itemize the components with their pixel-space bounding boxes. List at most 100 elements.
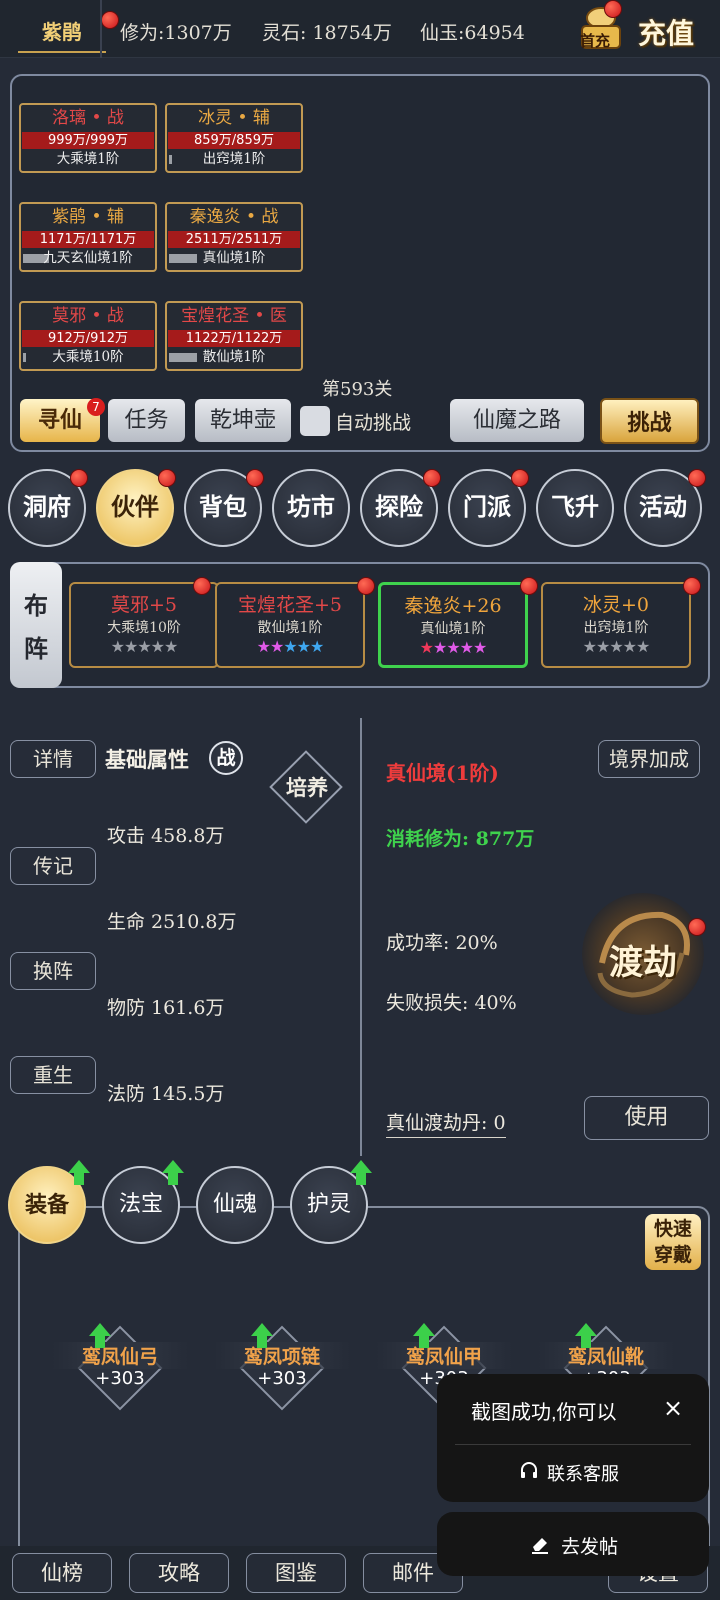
- member-name: 洛璃 • 战: [52, 108, 124, 128]
- partner-slot[interactable]: 宝煌花圣+5 散仙境1阶 ★★★★★: [215, 582, 365, 668]
- progress-bar: [169, 254, 197, 263]
- equipment-slot[interactable]: 鸾凤仙弓 +303: [52, 1318, 188, 1428]
- player-name[interactable]: 紫鹃: [18, 16, 106, 53]
- spirit-stone-value: 灵石: 18754万: [262, 22, 392, 44]
- nav-ascend[interactable]: 飞升: [536, 469, 614, 547]
- details-button[interactable]: 详情: [10, 740, 96, 778]
- nav-market[interactable]: 坊市: [272, 469, 350, 547]
- upgrade-arrow-icon: [251, 1323, 273, 1349]
- seek-badge: 7: [87, 398, 105, 416]
- cultivation-value: 修为:1307万: [120, 22, 232, 44]
- notification-dot: [246, 469, 264, 487]
- tasks-button[interactable]: 任务: [108, 399, 185, 442]
- upgrade-arrow-icon: [413, 1323, 435, 1349]
- partner-realm: 大乘境10阶: [107, 620, 181, 636]
- partner-slot[interactable]: 莫邪+5 大乘境10阶 ★★★★★: [69, 582, 219, 668]
- realm-bonus-button[interactable]: 境界加成: [598, 740, 700, 778]
- ranking-button[interactable]: 仙榜: [12, 1553, 112, 1593]
- member-name: 莫邪 • 战: [52, 306, 124, 326]
- post-label: 去发帖: [561, 1537, 619, 1558]
- physical-defense-value: 物防 161.6万: [107, 997, 225, 1019]
- biography-button[interactable]: 传记: [10, 847, 96, 885]
- contact-support-link[interactable]: 联系客服: [547, 1460, 619, 1486]
- tribulation-label: 渡劫: [609, 943, 677, 983]
- item-name: 鸾凤项链: [214, 1342, 350, 1369]
- partner-slot-selected[interactable]: 秦逸炎+26 真仙境1阶 ★★★★★: [378, 582, 528, 668]
- partner-slot[interactable]: 冰灵+0 出窍境1阶 ★★★★★: [541, 582, 691, 668]
- notification-dot: [70, 469, 88, 487]
- notification-dot: [193, 577, 211, 595]
- notification-dot: [688, 469, 706, 487]
- member-name: 紫鹃 • 辅: [52, 207, 124, 227]
- member-realm: 大乘境1阶: [56, 151, 120, 167]
- notification-dot: [683, 577, 701, 595]
- magic-defense-value: 法防 145.5万: [107, 1083, 225, 1105]
- challenge-button[interactable]: 挑战: [600, 398, 699, 444]
- formation-button[interactable]: 布 阵: [10, 562, 62, 688]
- partner-name: 秦逸炎+26: [404, 595, 502, 617]
- upgrade-arrow-icon: [68, 1160, 90, 1186]
- upgrade-arrow-icon: [575, 1323, 597, 1349]
- quick-wear-button[interactable]: 快速穿戴: [645, 1214, 701, 1270]
- formation-label-top: 布: [24, 591, 48, 620]
- eraser-icon: [529, 1533, 551, 1555]
- guide-button[interactable]: 攻略: [129, 1553, 229, 1593]
- member-realm: 九天玄仙境1阶: [43, 250, 133, 266]
- team-card[interactable]: 秦逸炎 • 战 2511万/2511万 真仙境1阶: [165, 202, 303, 272]
- member-hp: 999万/999万: [22, 132, 154, 149]
- member-name: 冰灵 • 辅: [198, 108, 270, 128]
- divider: [455, 1444, 691, 1445]
- item-name: 鸾凤仙甲: [376, 1342, 512, 1369]
- equipment-slot[interactable]: 鸾凤项链 +303: [214, 1318, 350, 1428]
- post-button[interactable]: 去发帖: [437, 1512, 709, 1576]
- member-realm: 真仙境1阶: [202, 250, 266, 266]
- demon-road-button[interactable]: 仙魔之路: [450, 399, 584, 442]
- star-rating: ★★★★★: [256, 637, 325, 656]
- member-name: 秦逸炎 • 战: [189, 207, 279, 227]
- tab-soul[interactable]: 仙魂: [196, 1166, 274, 1244]
- recharge-button[interactable]: 充值: [638, 12, 694, 52]
- attack-value: 攻击 458.8万: [107, 825, 225, 847]
- pot-button[interactable]: 乾坤壶: [195, 399, 291, 442]
- base-attributes-title: 基础属性: [105, 747, 189, 772]
- member-hp: 1122万/1122万: [168, 330, 300, 347]
- star-rating: ★★★★★: [110, 637, 179, 656]
- notification-dot: [158, 469, 176, 487]
- close-icon[interactable]: ×: [663, 1394, 683, 1422]
- formation-label-bottom: 阵: [24, 634, 48, 663]
- codex-button[interactable]: 图鉴: [246, 1553, 346, 1593]
- use-button[interactable]: 使用: [584, 1096, 709, 1140]
- progress-bar: [169, 353, 197, 362]
- jade-value: 仙玉:64954: [420, 22, 525, 44]
- notification-dot: [357, 577, 375, 595]
- first-recharge-label: 首充: [580, 32, 611, 50]
- tribulation-pill[interactable]: 真仙渡劫丹: 0: [386, 1108, 506, 1138]
- member-hp: 912万/912万: [22, 330, 154, 347]
- team-card[interactable]: 莫邪 • 战 912万/912万 大乘境10阶: [19, 301, 157, 371]
- partner-name: 宝煌花圣+5: [237, 594, 342, 616]
- notification-dot: [423, 469, 441, 487]
- partner-realm: 出窍境1阶: [583, 620, 649, 636]
- upgrade-arrow-icon: [162, 1160, 184, 1186]
- life-value: 生命 2510.8万: [107, 911, 237, 933]
- team-card[interactable]: 紫鹃 • 辅 1171万/1171万 九天玄仙境1阶: [19, 202, 157, 272]
- divider: [360, 718, 362, 1156]
- partner-realm: 散仙境1阶: [257, 620, 323, 636]
- star-rating: ★★★★★: [419, 638, 488, 657]
- member-name: 宝煌花圣 • 医: [181, 306, 287, 326]
- rebirth-button[interactable]: 重生: [10, 1056, 96, 1094]
- team-card[interactable]: 宝煌花圣 • 医 1122万/1122万 散仙境1阶: [165, 301, 303, 371]
- tribulation-icon[interactable]: 渡劫: [582, 893, 704, 1015]
- progress-bar: [23, 353, 26, 362]
- screenshot-toast: 截图成功,你可以 × 联系客服: [437, 1374, 709, 1502]
- notification-dot: [604, 0, 622, 18]
- team-card[interactable]: 冰灵 • 辅 859万/859万 出窍境1阶: [165, 103, 303, 173]
- team-card[interactable]: 洛璃 • 战 999万/999万 大乘境1阶: [19, 103, 157, 173]
- progress-bar: [169, 155, 172, 164]
- member-realm: 散仙境1阶: [202, 349, 266, 365]
- partner-name: 莫邪+5: [110, 594, 177, 616]
- auto-challenge-checkbox[interactable]: [300, 406, 330, 436]
- swap-formation-button[interactable]: 换阵: [10, 952, 96, 990]
- headset-icon: [519, 1461, 539, 1481]
- notification-dot: [511, 469, 529, 487]
